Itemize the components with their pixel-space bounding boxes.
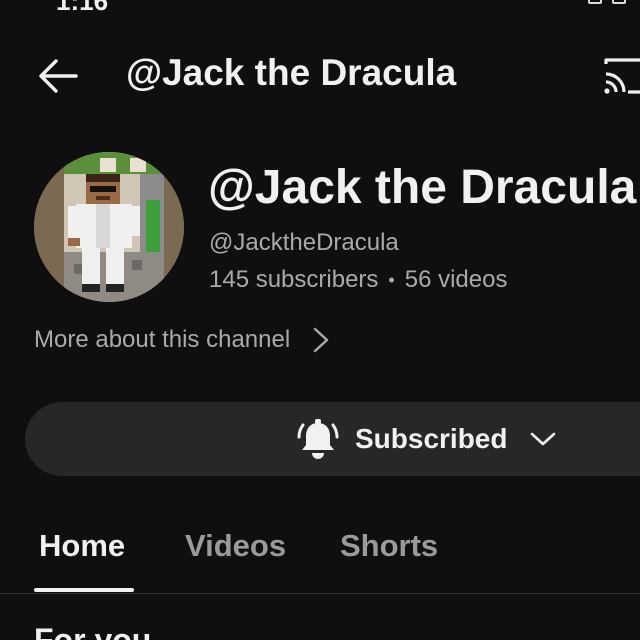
video-count: 56 videos (404, 266, 508, 293)
tab-home[interactable]: Home (39, 528, 125, 564)
subscriber-count: 145 subscribers (209, 266, 379, 293)
tabs-divider (0, 593, 640, 594)
channel-tabs: Home Videos Shorts (0, 520, 640, 594)
youtube-channel-screen: 1:16 @Jack the Dracula @Jack the Dracula… (0, 0, 640, 640)
avatar-image (34, 152, 184, 302)
channel-name: @Jack the Dracula (208, 161, 637, 214)
tab-videos[interactable]: Videos (185, 528, 286, 564)
subscribed-button[interactable]: Subscribed (25, 402, 640, 476)
battery-icon (612, 0, 626, 4)
status-time: 1:16 (56, 0, 109, 16)
cast-icon (604, 58, 640, 94)
tab-shorts[interactable]: Shorts (340, 528, 438, 564)
more-about-channel-link[interactable]: More about this channel (34, 326, 330, 354)
channel-avatar[interactable] (34, 152, 184, 302)
cast-button[interactable] (600, 54, 640, 98)
status-bar: 1:16 (0, 0, 640, 16)
back-button[interactable] (30, 52, 86, 100)
chevron-right-icon (312, 326, 330, 354)
more-about-label: More about this channel (34, 326, 291, 353)
page-title: @Jack the Dracula (126, 52, 457, 93)
stats-separator: • (388, 269, 395, 290)
bell-icon (297, 417, 339, 461)
subscribed-label: Subscribed (355, 423, 508, 454)
notification-icon (588, 0, 602, 4)
arrow-left-icon (39, 59, 78, 93)
active-tab-indicator (34, 588, 134, 592)
chevron-down-icon (529, 430, 557, 448)
section-title: For you (34, 622, 152, 640)
status-icons (588, 0, 626, 4)
channel-handle: @JacktheDracula (209, 229, 399, 256)
top-app-bar: @Jack the Dracula (0, 40, 640, 112)
subscribed-button-content: Subscribed (297, 402, 557, 476)
channel-stats: 145 subscribers • 56 videos (209, 266, 507, 294)
